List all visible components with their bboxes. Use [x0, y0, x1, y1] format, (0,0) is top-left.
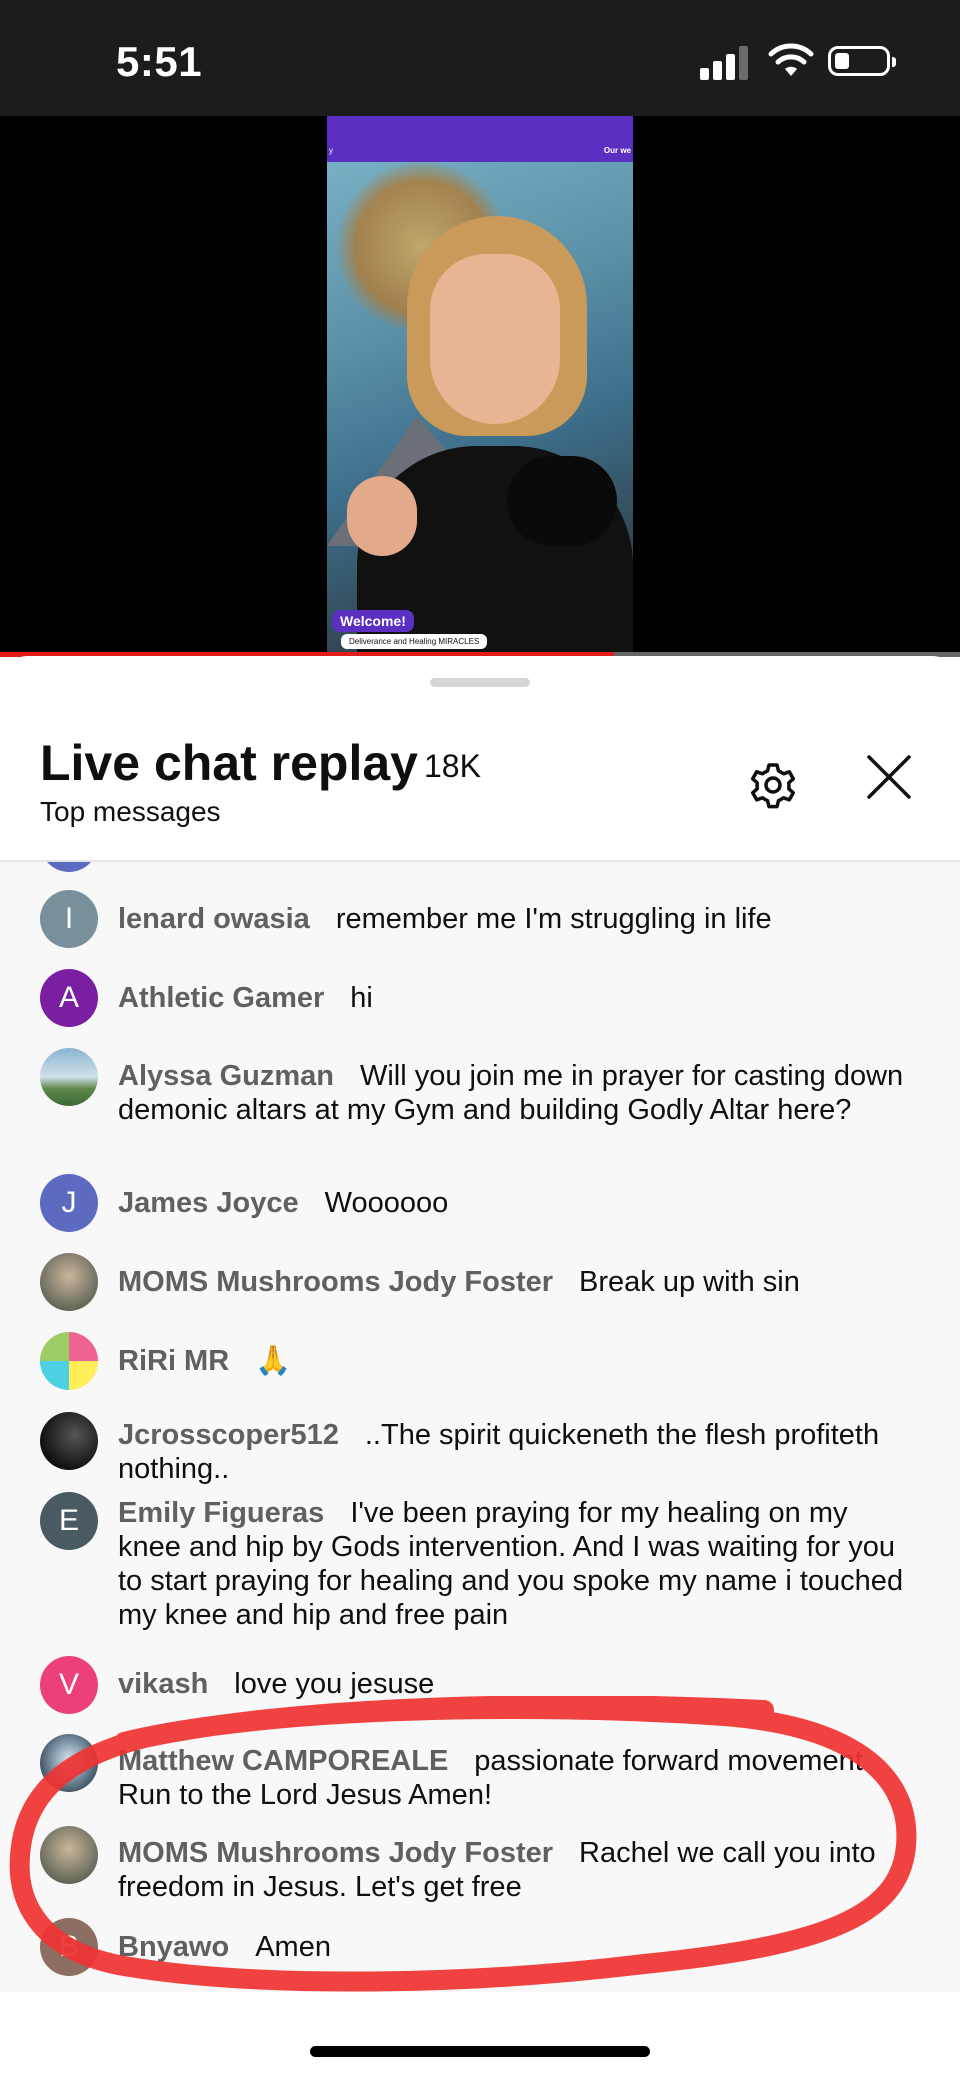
chat-filter-dropdown[interactable]: Top messages [40, 796, 221, 828]
message-text: Break up with sin [579, 1266, 800, 1298]
avatar[interactable]: I [40, 890, 98, 948]
message-body: Jcrosscoper512 ..The spirit quickeneth th… [118, 1418, 918, 1486]
avatar[interactable]: B [40, 1918, 98, 1976]
avatar[interactable] [40, 1826, 98, 1884]
battery-icon [828, 46, 896, 76]
message-author[interactable]: Athletic Gamer [118, 982, 324, 1014]
avatar[interactable]: V [40, 1656, 98, 1714]
avatar [40, 862, 98, 872]
avatar[interactable]: E [40, 1492, 98, 1550]
video-overlay-bar: y Our we [327, 116, 633, 162]
welcome-tag: Welcome! [332, 610, 414, 632]
overlay-left-text: y [329, 146, 333, 155]
message-text: 🙏 [255, 1345, 292, 1377]
avatar[interactable] [40, 1332, 98, 1390]
lower-third-banner: Deliverance and Healing MIRACLES [341, 634, 488, 649]
viewer-count: 18K [424, 748, 481, 784]
message-body: Alyssa Guzman Will you join me in prayer … [118, 1059, 918, 1127]
message-text: Woooooo [324, 1187, 449, 1219]
video-frame: y Our we Welcome! Deliverance and Healin… [327, 116, 633, 656]
message-text: hi [350, 982, 373, 1014]
status-time: 5:51 [116, 38, 203, 85]
message-body: Emily Figueras I've been praying for my h… [118, 1496, 918, 1632]
message-author[interactable]: vikash [118, 1668, 208, 1700]
message-author[interactable]: lenard owasia [118, 903, 310, 935]
avatar[interactable] [40, 1734, 98, 1792]
close-icon[interactable] [864, 752, 914, 802]
home-indicator[interactable] [310, 2046, 650, 2057]
message-author[interactable]: James Joyce [118, 1187, 299, 1219]
message-text: Amen [255, 1931, 331, 1963]
message-body: vikash love you jesuse [118, 1667, 918, 1701]
wifi-icon [768, 43, 814, 76]
message-body: Athletic Gamer hi [118, 981, 918, 1015]
message-body: Matthew CAMPOREALE passionate forward mov… [118, 1744, 918, 1812]
message-author[interactable]: Emily Figueras [118, 1497, 324, 1529]
message-author[interactable]: Alyssa Guzman [118, 1060, 334, 1092]
avatar[interactable] [40, 1253, 98, 1311]
message-body: MOMS Mushrooms Jody Foster Break up with … [118, 1265, 918, 1299]
avatar[interactable]: A [40, 969, 98, 1027]
status-bar: 5:51 [0, 0, 960, 116]
avatar[interactable]: J [40, 1174, 98, 1232]
avatar[interactable] [40, 1412, 98, 1470]
overlay-right-text: Our we [603, 146, 631, 155]
message-author[interactable]: RiRi MR [118, 1345, 229, 1377]
message-body: MOMS Mushrooms Jody Foster Rachel we call… [118, 1836, 918, 1904]
speaker-face [430, 254, 560, 424]
message-text: love you jesuse [234, 1668, 435, 1700]
message-author[interactable]: Matthew CAMPOREALE [118, 1745, 448, 1777]
speaker-hand [347, 476, 417, 556]
message-author[interactable]: Jcrosscoper512 [118, 1419, 339, 1451]
panel-title: Live chat replay [40, 735, 418, 791]
message-author[interactable]: MOMS Mushrooms Jody Foster [118, 1266, 553, 1298]
message-body: lenard owasia remember me I'm struggling … [118, 902, 918, 936]
cellular-signal-icon [700, 44, 750, 80]
drag-handle[interactable] [430, 678, 530, 687]
message-body: RiRi MR 🙏 [118, 1344, 918, 1378]
video-player[interactable]: y Our we Welcome! Deliverance and Healin… [0, 116, 960, 730]
gear-icon[interactable] [744, 756, 802, 814]
chat-message-list[interactable]: I lenard owasia remember me I'm strugglin… [0, 862, 960, 1992]
message-author[interactable]: MOMS Mushrooms Jody Foster [118, 1837, 553, 1869]
live-chat-panel: Live chat replay 18K Top messages I lena… [0, 656, 960, 2078]
message-body: James Joyce Woooooo [118, 1186, 918, 1220]
message-text: remember me I'm struggling in life [335, 903, 772, 935]
message-author[interactable]: Bnyawo [118, 1931, 229, 1963]
message-body: Bnyawo Amen [118, 1930, 918, 1964]
avatar[interactable] [40, 1048, 98, 1106]
microphone [507, 456, 617, 546]
